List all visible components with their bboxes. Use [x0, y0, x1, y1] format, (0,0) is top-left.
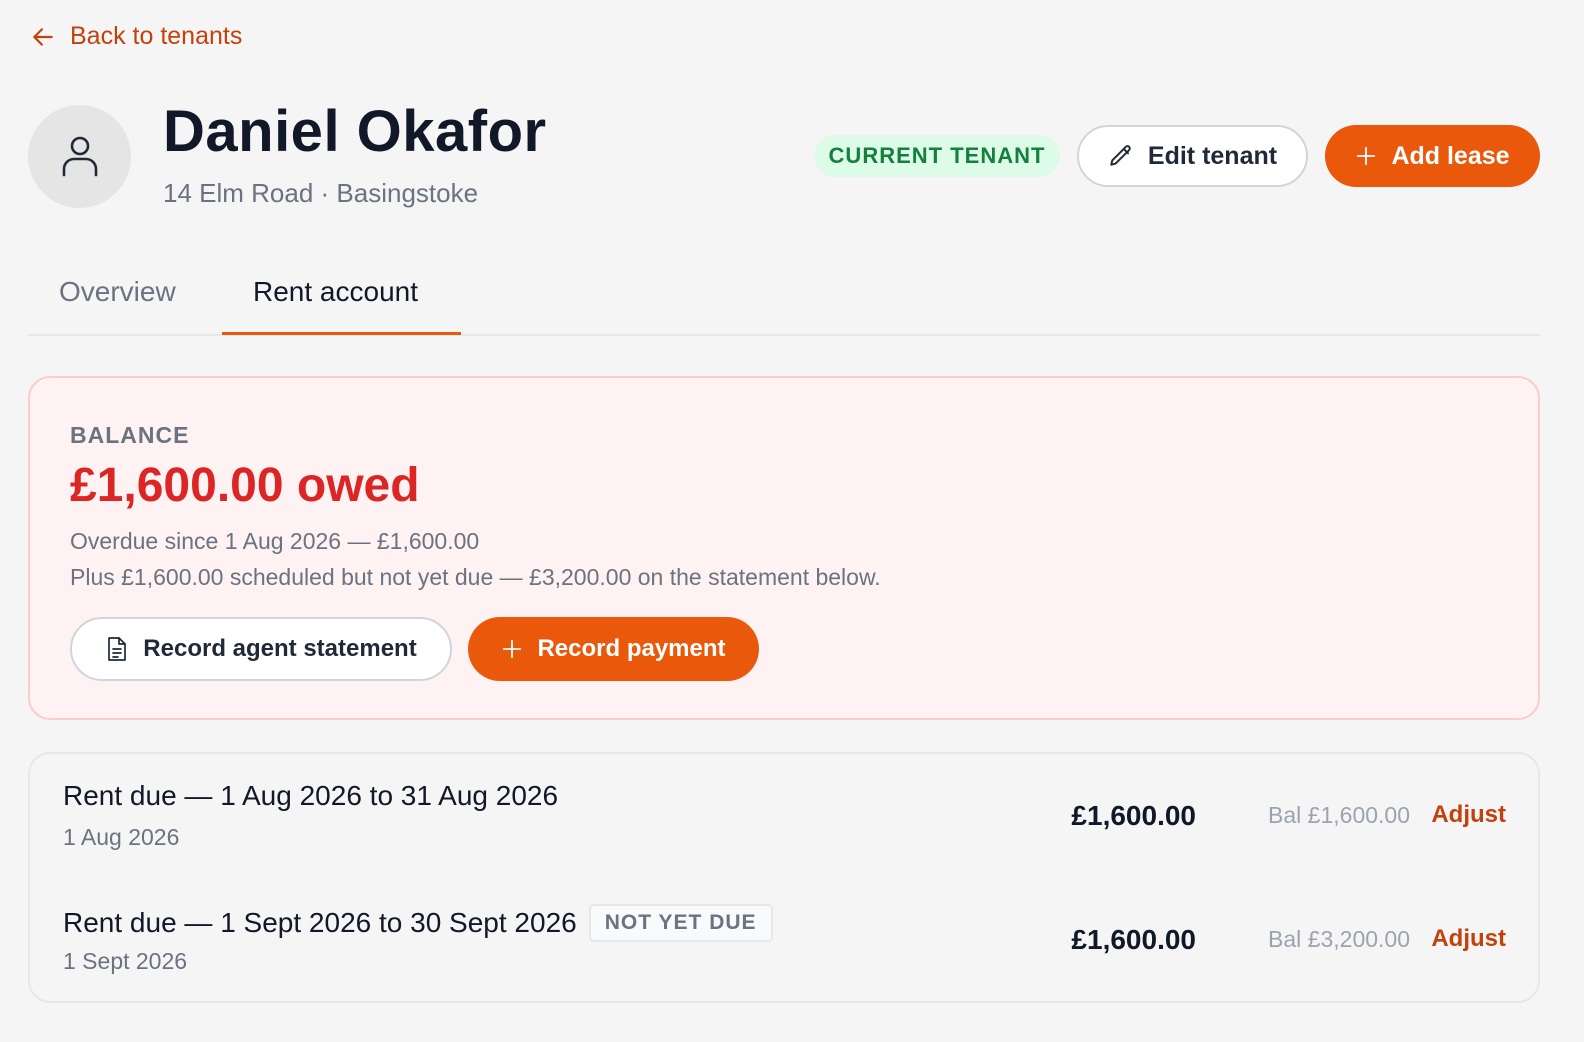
- arrow-left-icon: [33, 27, 53, 46]
- record-agent-statement-label: Record agent statement: [143, 635, 417, 662]
- balance-label: BALANCE: [70, 422, 190, 448]
- statement-row-title: Rent due — 1 Aug 2026 to 31 Aug 2026: [63, 780, 559, 811]
- statement-row-title-wrap: Rent due — 1 Aug 2026 to 31 Aug 2026: [63, 780, 558, 812]
- balance-amount: £1,600.00 owed: [70, 459, 420, 512]
- add-lease-label: Add lease: [1391, 141, 1510, 170]
- overdue-info: Overdue since 1 Aug 2026 — £1,600.00: [70, 528, 480, 554]
- statement-row-amount: £1,600.00: [1071, 924, 1196, 955]
- statement-row-title-wrap: Rent due — 1 Sept 2026 to 30 Sept 2026 N…: [63, 904, 773, 942]
- record-agent-statement-button[interactable]: Record agent statement: [70, 617, 452, 681]
- scheduled-info: Plus £1,600.00 scheduled but not yet due…: [70, 564, 881, 590]
- statement-row: Rent due — 1 Aug 2026 to 31 Aug 2026 1 A…: [30, 754, 1538, 878]
- tab-overview[interactable]: Overview: [59, 276, 176, 308]
- record-payment-button[interactable]: Record payment: [468, 617, 759, 681]
- tenant-address: 14 Elm Road · Basingstoke: [163, 178, 479, 208]
- record-payment-label: Record payment: [537, 635, 726, 662]
- edit-tenant-button[interactable]: Edit tenant: [1077, 125, 1308, 187]
- tab-rent-account[interactable]: Rent account: [253, 276, 418, 308]
- statement-row-date: 1 Sept 2026: [63, 948, 188, 974]
- plus-icon: [503, 639, 522, 659]
- tenant-page: Back to tenants Daniel Okafor 14 Elm Roa…: [0, 0, 1584, 1042]
- statement-list: Rent due — 1 Aug 2026 to 31 Aug 2026 1 A…: [28, 752, 1540, 1003]
- statement-row-title: Rent due — 1 Sept 2026 to 30 Sept 2026: [63, 907, 577, 938]
- tenant-name: Daniel Okafor: [163, 99, 547, 164]
- add-lease-button[interactable]: Add lease: [1325, 125, 1540, 187]
- statement-row-balance: Bal £1,600.00: [1268, 802, 1410, 828]
- tab-bar: Overview Rent account: [28, 258, 1540, 336]
- back-link-label: Back to tenants: [70, 22, 243, 50]
- document-icon: [108, 637, 127, 661]
- balance-card: BALANCE £1,600.00 owed Overdue since 1 A…: [28, 376, 1540, 720]
- back-to-tenants-link[interactable]: Back to tenants: [30, 22, 242, 51]
- pencil-icon: [1110, 145, 1131, 166]
- edit-tenant-label: Edit tenant: [1147, 141, 1278, 170]
- avatar: [28, 105, 131, 208]
- statement-row: Rent due — 1 Sept 2026 to 30 Sept 2026 N…: [30, 878, 1538, 1002]
- adjust-link[interactable]: Adjust: [1431, 925, 1506, 953]
- user-icon: [62, 136, 97, 176]
- active-tab-indicator: [222, 332, 461, 335]
- not-yet-due-badge: NOT YET DUE: [588, 904, 773, 942]
- statement-row-balance: Bal £3,200.00: [1268, 926, 1410, 952]
- statement-row-amount: £1,600.00: [1071, 800, 1196, 831]
- statement-row-date: 1 Aug 2026: [63, 824, 180, 850]
- plus-icon: [1357, 146, 1376, 166]
- status-badge: CURRENT TENANT: [814, 135, 1060, 177]
- adjust-link[interactable]: Adjust: [1431, 801, 1506, 829]
